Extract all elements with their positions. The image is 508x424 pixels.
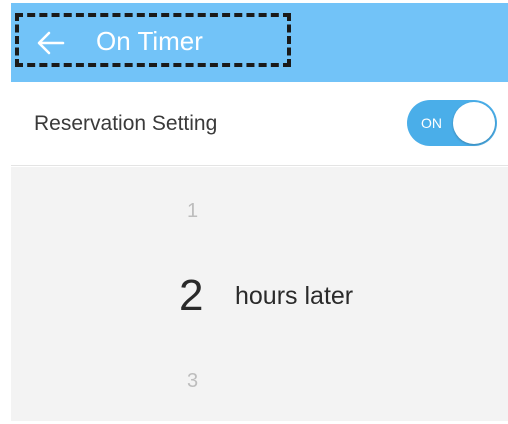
arrow-left-icon[interactable]	[33, 25, 69, 61]
picker-unit-label: hours later	[235, 282, 354, 310]
picker-option-next[interactable]: 3	[187, 369, 198, 393]
toggle-state-label: ON	[421, 115, 442, 131]
header-bar: On Timer	[11, 3, 508, 82]
reservation-setting-label: Reservation Setting	[34, 112, 218, 135]
on-timer-screen: On Timer Reservation Setting ON 1 2 hour…	[0, 0, 508, 424]
picker-option-previous[interactable]: 1	[187, 199, 198, 223]
page-title: On Timer	[96, 26, 203, 56]
hours-picker[interactable]: 1 2 hours later 3	[11, 167, 508, 421]
toggle-knob	[453, 102, 495, 144]
reservation-toggle[interactable]: ON	[407, 100, 497, 146]
reservation-setting-row: Reservation Setting ON	[11, 82, 508, 166]
picker-selected-value[interactable]: 2	[179, 270, 203, 322]
